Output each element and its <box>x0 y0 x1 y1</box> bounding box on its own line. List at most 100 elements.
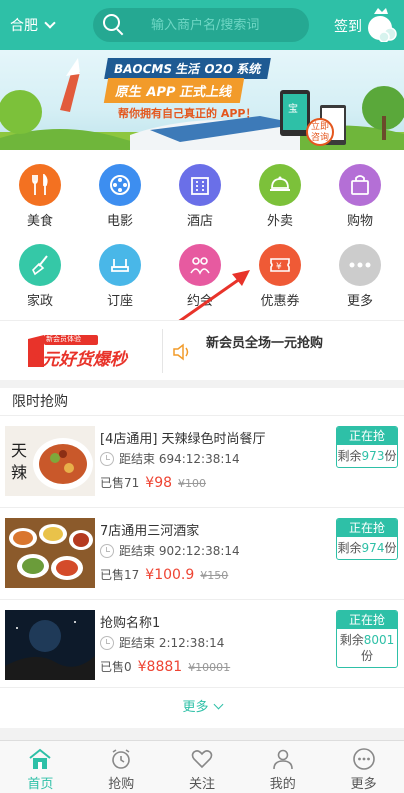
deal-item[interactable]: 7店通用三河酒家 距结束 902:12:38:14 已售17 ¥100.9 ¥1… <box>0 508 404 600</box>
category-food[interactable]: 美食 <box>0 150 80 230</box>
search-icon <box>97 8 131 42</box>
fork-knife-icon <box>19 164 61 206</box>
countdown: 距结束 2:12:38:14 <box>100 634 224 651</box>
deal-sales: 已售71 ¥98 ¥100 <box>100 474 206 491</box>
search-bar[interactable] <box>93 8 309 42</box>
more-dots-icon <box>323 747 404 771</box>
svg-text:辣: 辣 <box>11 463 27 482</box>
sold-count: 已售17 <box>100 568 140 582</box>
remaining-suffix: 份 <box>384 449 397 463</box>
svg-text:¥: ¥ <box>276 262 282 272</box>
svg-text:宝: 宝 <box>288 102 298 115</box>
tab-mine[interactable]: 我的 <box>242 741 323 793</box>
promo-banner[interactable]: 宝 BAOCMS 生活 O2O 系统 原生 APP 正式上线 帮你拥有自己真正的… <box>0 50 404 150</box>
category-more[interactable]: 更多 <box>320 230 400 310</box>
banner-subtitle: 原生 APP 正式上线 <box>103 78 245 103</box>
category-housekeeping[interactable]: 家政 <box>0 230 80 310</box>
grab-button[interactable]: 正在抢 剩余8001 份 <box>336 610 398 668</box>
remaining-prefix: 剩余 <box>337 541 362 555</box>
category-label: 更多 <box>346 294 373 309</box>
seat-icon <box>99 244 141 286</box>
tab-label: 首页 <box>27 777 54 792</box>
bottom-tab-bar: 首页 抢购 关注 我的 更多 <box>0 740 404 793</box>
countdown-text: 距结束 902:12:38:14 <box>119 544 240 558</box>
heart-icon <box>162 747 243 771</box>
chevron-down-icon <box>44 16 56 29</box>
grab-button[interactable]: 正在抢 剩余974份 <box>336 518 398 560</box>
promo-divider <box>162 329 163 373</box>
flash-sale-section: 限时抢购 <box>0 388 404 416</box>
svg-text:天: 天 <box>11 441 27 460</box>
countdown: 距结束 902:12:38:14 <box>100 542 240 559</box>
app-page: 合肥 签到 宝 <box>0 0 404 793</box>
clock-icon <box>100 543 114 558</box>
deal-title: 抢购名称1 <box>100 616 161 631</box>
remaining-count: 973 <box>361 449 385 463</box>
remaining-suffix: 份 <box>384 541 397 555</box>
deal-item[interactable]: 天 辣 [4店通用] 天辣绿色时尚餐厅 距结束 694:12:38:14 已售7… <box>0 416 404 508</box>
promo-badge: 新会员体验 <box>46 335 81 343</box>
category-booking[interactable]: 订座 <box>80 230 160 310</box>
category-label: 外卖 <box>266 214 293 229</box>
city-label: 合肥 <box>10 18 38 34</box>
chevron-down-icon <box>213 699 223 710</box>
deal-thumbnail: 天 辣 <box>5 426 95 496</box>
original-price: ¥100 <box>178 477 207 490</box>
consult-badge[interactable]: 立即咨询 <box>306 118 334 146</box>
deal-item[interactable]: 抢购名称1 距结束 2:12:38:14 已售0 ¥8881 ¥10001 正在… <box>0 600 404 688</box>
remaining-count: 974 <box>361 541 385 555</box>
building-icon <box>179 164 221 206</box>
money-bag-icon[interactable] <box>364 6 398 42</box>
more-dots-icon <box>339 244 381 286</box>
banner-tagline: 帮你拥有自己真正的 APP！ <box>118 107 257 120</box>
home-icon <box>0 747 81 771</box>
search-input[interactable] <box>131 17 301 33</box>
tab-home[interactable]: 首页 <box>0 741 81 793</box>
banner-title: BAOCMS 生活 O2O 系统 <box>104 58 272 79</box>
tab-label: 我的 <box>269 777 296 792</box>
original-price: ¥150 <box>200 569 229 582</box>
tab-more[interactable]: 更多 <box>323 741 404 793</box>
shopping-bag-icon <box>339 164 381 206</box>
city-selector[interactable]: 合肥 <box>10 15 56 35</box>
user-icon <box>242 747 323 771</box>
deal-price: ¥98 <box>145 475 173 491</box>
category-hotel[interactable]: 酒店 <box>160 150 240 230</box>
more-deals-link[interactable]: 更多 <box>0 688 404 728</box>
remaining-stock: 剩余974份 <box>337 537 397 559</box>
category-takeout[interactable]: 外卖 <box>240 150 320 230</box>
section-title: 限时抢购 <box>0 388 404 416</box>
category-movie[interactable]: 电影 <box>80 150 160 230</box>
category-label: 酒店 <box>186 214 213 229</box>
countdown-text: 距结束 2:12:38:14 <box>119 636 225 650</box>
clock-icon <box>100 635 114 650</box>
tab-label: 更多 <box>350 777 377 792</box>
grab-button[interactable]: 正在抢 剩余973份 <box>336 426 398 468</box>
category-label: 购物 <box>346 214 373 229</box>
status-label: 正在抢 <box>337 611 397 629</box>
sold-count: 已售71 <box>100 476 140 490</box>
remaining-count: 8001 <box>363 633 395 647</box>
member-promo[interactable]: 新会员体验 1元好货爆秒 新会员全场一元抢购 <box>0 320 404 380</box>
broom-icon <box>19 244 61 286</box>
category-shopping[interactable]: 购物 <box>320 150 400 230</box>
signin-link[interactable]: 签到 <box>334 16 362 36</box>
deal-sales: 已售0 ¥8881 ¥10001 <box>100 658 230 675</box>
deal-sales: 已售17 ¥100.9 ¥150 <box>100 566 228 583</box>
category-label: 美食 <box>26 214 53 229</box>
category-label: 家政 <box>26 294 53 309</box>
deal-title: [4店通用] 天辣绿色时尚餐厅 <box>100 432 266 447</box>
more-label: 更多 <box>182 700 209 715</box>
deal-thumbnail <box>5 518 95 588</box>
remaining-stock: 剩余973份 <box>337 445 397 467</box>
film-reel-icon <box>99 164 141 206</box>
deal-title: 7店通用三河酒家 <box>100 524 200 539</box>
tab-follow[interactable]: 关注 <box>162 741 243 793</box>
promo-text: 新会员全场一元抢购 <box>206 336 324 351</box>
tab-label: 抢购 <box>108 777 135 792</box>
countdown-text: 距结束 694:12:38:14 <box>119 452 240 466</box>
tab-flash-sale[interactable]: 抢购 <box>81 741 162 793</box>
remaining-prefix: 剩余 <box>339 633 364 647</box>
clock-icon <box>100 451 114 466</box>
food-cover-icon <box>259 164 301 206</box>
